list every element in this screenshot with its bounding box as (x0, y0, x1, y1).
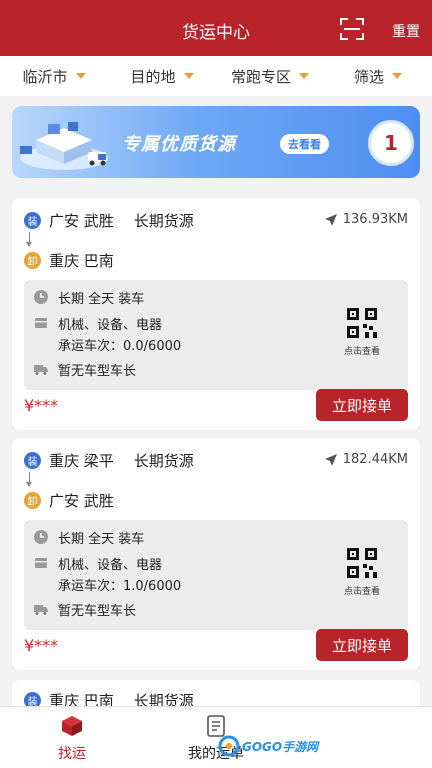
qr-code-icon (347, 308, 377, 338)
truck-icon (34, 365, 48, 375)
vehicle-text: 暂无车型车长 (58, 364, 137, 379)
chevron-down-icon (299, 73, 309, 79)
schedule-row: 长期 全天 装车 (34, 288, 144, 307)
page-title: 货运中心 (182, 23, 250, 43)
tab-find-freight[interactable]: 找运 (32, 715, 112, 763)
chevron-down-icon (75, 73, 86, 79)
vehicle-row: 暂无车型车长 (34, 360, 136, 379)
chevron-down-icon (183, 73, 194, 79)
cube-icon (62, 716, 82, 736)
qr-code-button[interactable]: 点击查看 (334, 308, 390, 357)
origin-row: 装 重庆 梁平 长期货源 (24, 450, 194, 471)
vehicle-text: 暂无车型车长 (58, 604, 137, 619)
route-arrow (26, 232, 32, 247)
scan-icon[interactable] (340, 18, 364, 40)
origin-row: 装 广安 武胜 长期货源 (24, 210, 194, 231)
source-type: 长期货源 (133, 452, 194, 470)
route-arrow (26, 472, 32, 487)
distance-value: 182.44KM (342, 452, 408, 467)
freight-card[interactable]: 装 重庆 梁平 长期货源 182.44KM 卸 广安 武胜 长期 全天 装车 机… (12, 438, 420, 670)
chevron-down-icon (392, 73, 402, 79)
filter-frequent-zone-label: 常跑专区 (230, 67, 291, 86)
filter-city[interactable]: 临沂市 (0, 66, 108, 87)
navigation-arrow-icon (324, 453, 337, 466)
unload-tag: 卸 (24, 492, 41, 509)
distance: 182.44KM (324, 452, 408, 467)
filter-city-label: 临沂市 (22, 67, 68, 86)
goods-row: 机械、设备、电器 承运车次：1.0/6000 (34, 554, 181, 594)
accept-order-button[interactable]: 立即接单 (316, 629, 408, 661)
accept-order-button[interactable]: 立即接单 (316, 389, 408, 421)
qr-code-icon (347, 548, 377, 578)
destination-row: 卸 广安 武胜 (24, 490, 114, 511)
watermark-text: GOGO手游网 (242, 739, 319, 754)
origin-location: 重庆 梁平 (49, 452, 114, 470)
cargo-info-panel: 长期 全天 装车 机械、设备、电器 承运车次：1.0/6000 暂无车型车长 点… (24, 520, 408, 630)
qr-code-label: 点击查看 (343, 587, 380, 597)
bottom-tab-bar: 找运 我的运单 (0, 706, 432, 768)
box-icon (35, 558, 47, 568)
freight-card[interactable]: 装 广安 武胜 长期货源 136.93KM 卸 重庆 巴南 长期 全天 装车 机… (12, 198, 420, 430)
site-watermark: GOGO手游网 (218, 734, 334, 758)
premium-source-banner[interactable]: 专属优质货源 去看看 1 (12, 106, 420, 178)
reset-button[interactable]: 重置 (392, 21, 420, 41)
app-header: 货运中心 重置 (0, 0, 432, 56)
unload-tag: 卸 (24, 252, 41, 269)
source-type: 长期货源 (133, 212, 194, 230)
qr-code-label: 点击查看 (343, 347, 380, 357)
distance-value: 136.93KM (342, 212, 408, 227)
schedule-row: 长期 全天 装车 (34, 528, 144, 547)
truck-icon (34, 605, 48, 615)
box-icon (35, 318, 47, 328)
trips-text: 承运车次：1.0/6000 (58, 579, 182, 594)
load-tag: 装 (24, 212, 41, 229)
schedule-text: 长期 全天 装车 (58, 292, 145, 307)
origin-location: 广安 武胜 (49, 212, 114, 230)
price: ¥*** (24, 396, 59, 415)
filter-bar: 临沂市 目的地 常跑专区 筛选 (0, 56, 432, 96)
clock-icon (34, 530, 48, 544)
watermark-logo (218, 735, 240, 757)
filter-more-label: 筛选 (353, 67, 384, 86)
goods-text: 机械、设备、电器 (58, 558, 163, 573)
filter-more[interactable]: 筛选 (324, 66, 432, 87)
cargo-info-panel: 长期 全天 装车 机械、设备、电器 承运车次：0.0/6000 暂无车型车长 点… (24, 280, 408, 390)
destination-location: 广安 武胜 (49, 492, 114, 510)
tab-find-freight-label: 找运 (58, 746, 86, 762)
goods-row: 机械、设备、电器 承运车次：0.0/6000 (34, 314, 181, 354)
goods-text: 机械、设备、电器 (58, 318, 163, 333)
load-tag: 装 (24, 452, 41, 469)
filter-destination-label: 目的地 (130, 67, 176, 86)
warehouse-illustration (20, 122, 108, 170)
filter-frequent-zone[interactable]: 常跑专区 (216, 66, 324, 87)
banner-view-button[interactable]: 去看看 (280, 134, 329, 154)
destination-row: 卸 重庆 巴南 (24, 250, 114, 271)
banner-count-badge: 1 (368, 120, 414, 166)
destination-location: 重庆 巴南 (49, 252, 114, 270)
trips-text: 承运车次：0.0/6000 (58, 339, 182, 354)
schedule-text: 长期 全天 装车 (58, 532, 145, 547)
price: ¥*** (24, 636, 59, 655)
vehicle-row: 暂无车型车长 (34, 600, 136, 619)
distance: 136.93KM (324, 212, 408, 227)
qr-code-button[interactable]: 点击查看 (334, 548, 390, 597)
banner-text: 专属优质货源 (122, 134, 236, 155)
filter-destination[interactable]: 目的地 (108, 66, 216, 87)
clock-icon (34, 290, 48, 304)
navigation-arrow-icon (324, 213, 337, 226)
